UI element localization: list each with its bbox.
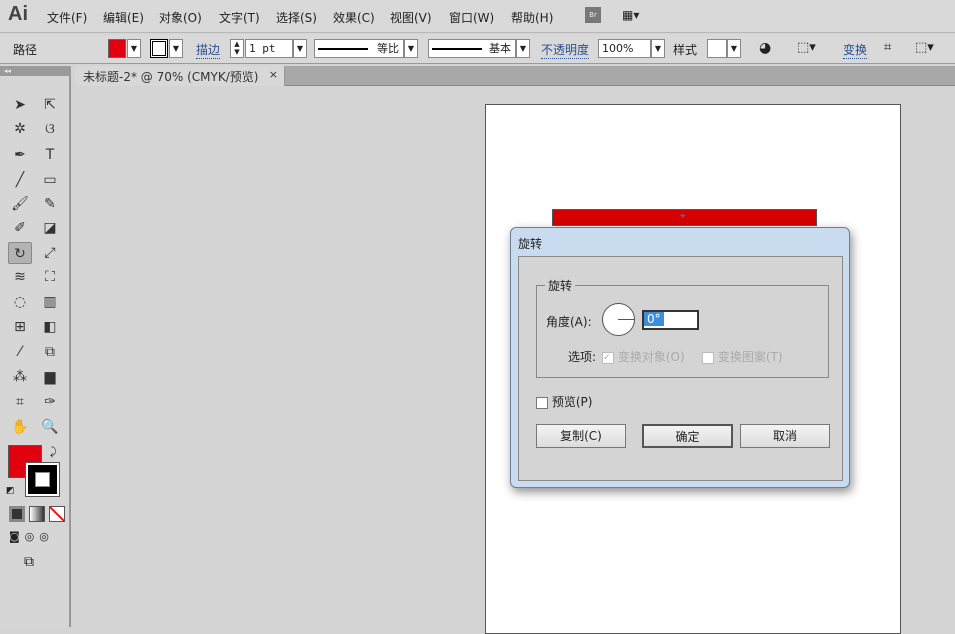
angle-input[interactable]: 0° — [642, 310, 699, 330]
symbol-sprayer-tool-icon[interactable]: ⁂ — [8, 366, 32, 388]
brush-label: 基本 — [489, 42, 511, 55]
blob-brush-tool-icon[interactable]: ✐ — [8, 217, 32, 239]
style-dropdown[interactable]: ▼ — [727, 39, 741, 58]
color-mode-icon[interactable] — [9, 506, 25, 522]
variable-width-profile[interactable]: 等比 — [314, 39, 404, 58]
eyedropper-tool-icon[interactable]: ⁄ — [8, 341, 32, 363]
selected-red-rectangle[interactable]: ⌖ — [552, 209, 817, 226]
panel-collapse-button[interactable]: ◂◂ — [0, 66, 71, 76]
tools-panel: ◂◂ ➤ ⇱ ✲ ଓ ✒ T ╱ ▭ 🖌 ✎ ✐ ◪ ↻ ⤢ ≋ ⛶ ◌ ▥ ⊞… — [0, 66, 71, 627]
bridge-button[interactable]: Br — [585, 7, 601, 23]
menu-window[interactable]: 窗口(W) — [449, 9, 494, 26]
stroke-weight-input[interactable]: 1 pt — [245, 39, 293, 58]
menu-file[interactable]: 文件(F) — [47, 9, 87, 26]
default-colors-icon[interactable]: ◩ — [6, 486, 15, 496]
menu-help[interactable]: 帮助(H) — [511, 9, 553, 26]
opacity-dropdown[interactable]: ▼ — [651, 39, 665, 58]
close-tab-icon[interactable]: × — [269, 68, 278, 81]
magic-wand-tool-icon[interactable]: ✲ — [8, 118, 32, 140]
draw-mode-icons[interactable]: ◙◎◎ — [9, 530, 65, 546]
artboard-tool-icon[interactable]: ⌗ — [8, 391, 32, 413]
menu-bar: Ai 文件(F) 编辑(E) 对象(O) 文字(T) 选择(S) 效果(C) 视… — [0, 0, 955, 33]
stroke-color-box[interactable] — [25, 462, 60, 497]
stroke-weight-stepper[interactable]: ▲ ▼ — [230, 39, 244, 58]
menu-object[interactable]: 对象(O) — [159, 9, 202, 26]
pencil-tool-icon[interactable]: ✎ — [38, 193, 62, 215]
slice-tool-icon[interactable]: ✑ — [38, 391, 62, 413]
app-logo: Ai — [8, 3, 28, 25]
stroke-dropdown[interactable]: ▼ — [169, 39, 183, 58]
fill-dropdown[interactable]: ▼ — [127, 39, 141, 58]
swap-colors-icon[interactable]: ⤸ — [50, 445, 57, 459]
transform-patterns-checkbox: 变换图案(T) — [702, 348, 783, 365]
stroke-swatch[interactable] — [150, 39, 168, 58]
document-tab-bar: 未标题-2* @ 70% (CMYK/预览) × — [75, 66, 955, 86]
graphic-style-swatch[interactable] — [707, 39, 727, 58]
warp-tool-icon[interactable]: ≋ — [8, 266, 32, 288]
opacity-input[interactable]: 100% — [598, 39, 651, 58]
recolor-artwork-icon[interactable]: ◕ — [759, 40, 771, 56]
align-options-icon[interactable]: ⬚▾ — [797, 40, 816, 55]
profile-dropdown[interactable]: ▼ — [404, 39, 418, 58]
perspective-grid-tool-icon[interactable]: ▥ — [38, 291, 62, 313]
menu-type[interactable]: 文字(T) — [219, 9, 260, 26]
scale-tool-icon[interactable]: ⤢ — [38, 242, 62, 264]
opacity-link[interactable]: 不透明度 — [541, 41, 590, 59]
profile-label: 等比 — [377, 42, 399, 55]
direct-selection-tool-icon[interactable]: ⇱ — [38, 94, 62, 116]
isolate-icon[interactable]: ⌗ — [884, 40, 891, 55]
lasso-tool-icon[interactable]: ଓ — [38, 118, 62, 140]
dialog-title: 旋转 — [518, 237, 543, 251]
stroke-link[interactable]: 描边 — [196, 41, 221, 59]
screen-mode-icon[interactable]: ⧉ — [24, 554, 34, 570]
workspace-switcher[interactable]: ▦▾ — [622, 8, 639, 22]
rotate-group: 旋转 角度(A): 0° 选项: ✓ 变换对象(O) 变换图案(T) — [536, 277, 829, 378]
stroke-weight-dropdown[interactable]: ▼ — [293, 39, 307, 58]
angle-dial[interactable] — [602, 303, 635, 336]
rotate-tool-icon[interactable]: ↻ — [8, 242, 32, 264]
fill-swatch[interactable] — [108, 39, 126, 58]
selection-tool-icon[interactable]: ➤ — [8, 94, 32, 116]
menu-select[interactable]: 选择(S) — [276, 9, 317, 26]
angle-label: 角度(A): — [546, 315, 592, 329]
rotation-origin-icon[interactable]: ⌖ — [680, 212, 686, 222]
pen-tool-icon[interactable]: ✒ — [8, 144, 32, 166]
none-mode-icon[interactable] — [49, 506, 65, 522]
group-label: 旋转 — [545, 277, 576, 294]
eraser-tool-icon[interactable]: ◪ — [38, 217, 62, 239]
copy-button[interactable]: 复制(C) — [536, 424, 626, 448]
selection-type: 路径 — [13, 43, 38, 57]
rectangle-tool-icon[interactable]: ▭ — [38, 169, 62, 191]
column-graph-tool-icon[interactable]: ▆ — [38, 366, 62, 388]
blend-tool-icon[interactable]: ⧉ — [38, 341, 62, 363]
paintbrush-tool-icon[interactable]: 🖌 — [8, 193, 32, 215]
transform-objects-checkbox: ✓ 变换对象(O) — [602, 350, 685, 364]
menu-view[interactable]: 视图(V) — [390, 9, 432, 26]
rotate-dialog: 旋转 旋转 角度(A): 0° 选项: ✓ 变换对象(O) 变换图案(T) 预览… — [510, 227, 850, 488]
options-label: 选项: — [568, 350, 597, 364]
document-tab-title: 未标题-2* @ 70% (CMYK/预览) — [83, 70, 259, 84]
dialog-body: 旋转 角度(A): 0° 选项: ✓ 变换对象(O) 变换图案(T) 预览(P)… — [518, 256, 843, 481]
hand-tool-icon[interactable]: ✋ — [8, 416, 32, 438]
style-label: 样式 — [673, 43, 698, 57]
menu-edit[interactable]: 编辑(E) — [103, 9, 144, 26]
preview-checkbox[interactable]: 预览(P) — [536, 393, 592, 410]
mesh-tool-icon[interactable]: ⊞ — [8, 316, 32, 338]
panel-menu-icon[interactable]: ⬚▾ — [915, 40, 934, 55]
line-tool-icon[interactable]: ╱ — [8, 169, 32, 191]
gradient-mode-icon[interactable] — [29, 506, 45, 522]
zoom-tool-icon[interactable]: 🔍 — [38, 416, 62, 438]
gradient-tool-icon[interactable]: ◧ — [38, 316, 62, 338]
ok-button[interactable]: 确定 — [642, 424, 733, 448]
cancel-button[interactable]: 取消 — [740, 424, 830, 448]
shape-builder-tool-icon[interactable]: ◌ — [8, 291, 32, 313]
control-bar: 路径 ▼ ▼ 描边 ▲ ▼ 1 pt ▼ 等比 ▼ 基本 ▼ 不透明度 100% … — [0, 34, 955, 64]
brush-definition[interactable]: 基本 — [428, 39, 516, 58]
transform-link[interactable]: 变换 — [843, 41, 868, 59]
brush-dropdown[interactable]: ▼ — [516, 39, 530, 58]
type-tool-icon[interactable]: T — [38, 144, 62, 166]
menu-effect[interactable]: 效果(C) — [333, 9, 375, 26]
document-tab[interactable]: 未标题-2* @ 70% (CMYK/预览) × — [75, 66, 285, 86]
free-transform-tool-icon[interactable]: ⛶ — [38, 266, 62, 288]
